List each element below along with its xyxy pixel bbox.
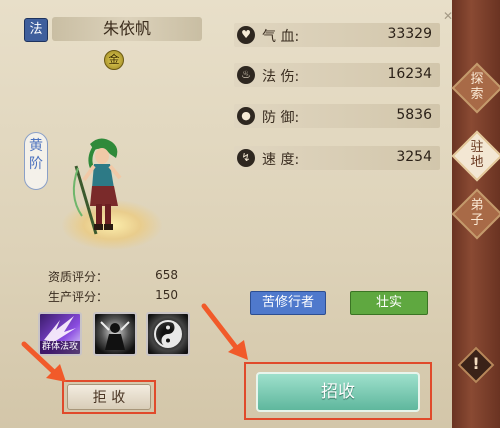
attribute-label: 法 伤: (262, 69, 300, 85)
heart-icon: ♥ (237, 26, 255, 44)
attribute-value: 5836 (396, 107, 432, 123)
exclamation-icon[interactable]: ! (463, 354, 489, 373)
attribute-label: 气 血: (262, 29, 300, 45)
attribute-label: 防 御: (262, 110, 300, 126)
attribute-defense: ● 防 御: 5836 (234, 104, 440, 128)
attribute-hp: ♥ 气 血: 33329 (234, 23, 440, 47)
recruit-button[interactable]: 招收 (256, 372, 420, 412)
trait-tag[interactable]: 壮实 (350, 291, 428, 315)
attribute-value: 16234 (387, 66, 432, 82)
production-score: 生产评分： 150 (48, 288, 178, 305)
tab-explore[interactable]: 探 索 (461, 72, 493, 102)
arrow-pointer-reject-icon (21, 341, 66, 382)
lightning-icon: ↯ (237, 149, 255, 167)
attribute-magic-damage: ♨ 法 伤: 16234 (234, 63, 440, 87)
skill-slot-2[interactable] (93, 312, 137, 356)
reject-button[interactable]: 拒 收 (67, 384, 151, 410)
attribute-speed: ↯ 速 度: 3254 (234, 146, 440, 170)
aptitude-value: 658 (155, 268, 178, 282)
skill-slot-3[interactable] (146, 312, 190, 356)
production-label: 生产评分： (48, 290, 109, 304)
arrow-pointer-recruit-icon (201, 303, 248, 360)
shield-icon: ● (237, 107, 255, 125)
production-value: 150 (155, 288, 178, 302)
character-figure[interactable] (64, 136, 144, 240)
tab-station[interactable]: 驻 地 (461, 140, 493, 170)
rank-tag: 黄 阶 (24, 132, 48, 190)
attribute-label: 速 度: (262, 152, 300, 168)
flame-icon: ♨ (237, 66, 255, 84)
trait-tag[interactable]: 苦修行者 (250, 291, 326, 315)
aptitude-score: 资质评分： 658 (48, 268, 178, 285)
aptitude-label: 资质评分： (48, 270, 109, 284)
character-name: 朱依帆 (52, 17, 202, 41)
school-badge: 法 (24, 18, 48, 42)
tab-disciple[interactable]: 弟 子 (461, 198, 493, 228)
recruit-disciple-screen: 法 朱依帆 金 黄 阶 资质评分： 658 生产评分： 150 群体法攻 拒 收… (0, 0, 500, 428)
yin-yang-icon (154, 320, 182, 348)
attribute-value: 33329 (387, 26, 432, 42)
figure-silhouette-icon (100, 321, 130, 350)
grade-badge-icon: 金 (104, 50, 124, 70)
attribute-value: 3254 (396, 149, 432, 165)
